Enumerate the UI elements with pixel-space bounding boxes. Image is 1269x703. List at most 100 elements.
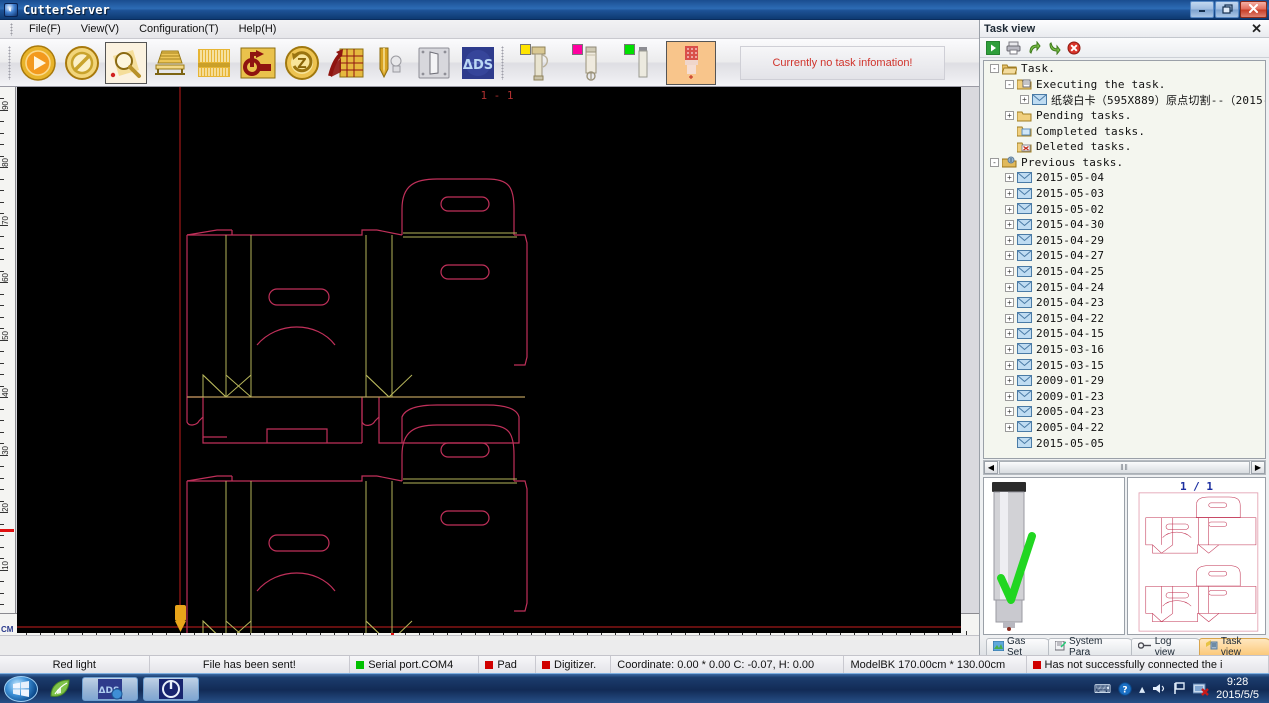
- expand-toggle-icon[interactable]: +: [1005, 282, 1014, 292]
- scroll-right-button[interactable]: ▶: [1251, 461, 1265, 474]
- canvas-horizontal-scrollbar[interactable]: [0, 635, 979, 655]
- tool-preview-panel[interactable]: [983, 477, 1125, 635]
- expand-toggle-icon[interactable]: +: [1005, 235, 1014, 245]
- tree-node[interactable]: +2015-05-03: [984, 186, 1265, 202]
- tree-node[interactable]: - Executing the task.: [984, 77, 1265, 93]
- tree-node[interactable]: 2015-05-05: [984, 435, 1265, 451]
- tree-node[interactable]: +2015-05-02: [984, 201, 1265, 217]
- tray-clock[interactable]: 9:28 2015/5/5: [1216, 676, 1259, 702]
- tree-node[interactable]: + Pending tasks.: [984, 108, 1265, 124]
- tree-node[interactable]: Deleted tasks.: [984, 139, 1265, 155]
- ads-button[interactable]: ΔDS: [457, 42, 499, 84]
- tool3-button[interactable]: [622, 42, 664, 84]
- toolbar-grip-2[interactable]: [501, 45, 504, 80]
- knife-button[interactable]: [369, 42, 411, 84]
- tree-node[interactable]: +2015-04-15: [984, 326, 1265, 342]
- arrow-up-green-icon[interactable]: [1027, 40, 1041, 55]
- menu-grip[interactable]: [10, 22, 13, 36]
- expand-toggle-icon[interactable]: +: [1020, 95, 1029, 105]
- expand-toggle-icon[interactable]: +: [1005, 407, 1014, 417]
- menu-configuration[interactable]: Configuration(T): [129, 21, 228, 37]
- expand-toggle-icon[interactable]: +: [1005, 313, 1014, 323]
- tree-node[interactable]: +2015-05-04: [984, 170, 1265, 186]
- collapse-toggle-icon[interactable]: -: [990, 157, 999, 167]
- arrow-down-green-icon[interactable]: [1047, 41, 1061, 55]
- expand-toggle-icon[interactable]: +: [1005, 329, 1014, 339]
- grid-button[interactable]: [325, 42, 367, 84]
- taskbar-item-ads[interactable]: ΔDS: [82, 676, 138, 701]
- stop-button[interactable]: [61, 42, 103, 84]
- scroll-thumb[interactable]: ‖‖: [999, 461, 1250, 474]
- tree-node[interactable]: +2015-04-22: [984, 311, 1265, 327]
- scroll-left-button[interactable]: ◀: [984, 461, 998, 474]
- expand-toggle-icon[interactable]: +: [1005, 220, 1014, 230]
- job-preview-panel[interactable]: 1 / 1: [1127, 477, 1266, 635]
- material-button[interactable]: [666, 40, 716, 85]
- menu-view[interactable]: View(V): [71, 21, 129, 37]
- tree-node[interactable]: +2015-03-16: [984, 342, 1265, 358]
- tray-help-icon[interactable]: ?: [1118, 681, 1132, 696]
- tab-system-para[interactable]: System Para: [1048, 636, 1134, 658]
- expand-toggle-icon[interactable]: +: [1005, 111, 1014, 121]
- taskbar-item-quickstart[interactable]: [43, 677, 77, 701]
- drawing-canvas[interactable]: 1 - 1: [17, 87, 961, 633]
- expand-toggle-icon[interactable]: +: [1005, 376, 1014, 386]
- zoom-select-button[interactable]: [105, 41, 147, 84]
- tab-log-view[interactable]: Log view: [1130, 636, 1202, 658]
- menu-file[interactable]: File(F): [19, 21, 71, 37]
- z-axis-button[interactable]: Z: [281, 42, 323, 84]
- restore-button[interactable]: [1215, 0, 1239, 18]
- tree-node[interactable]: +2005-04-23: [984, 404, 1265, 420]
- tree-node[interactable]: +2015-04-30: [984, 217, 1265, 233]
- tab-task-view[interactable]: Task view: [1198, 636, 1269, 658]
- tray-volume-icon[interactable]: [1152, 682, 1166, 695]
- start-button[interactable]: [17, 42, 59, 84]
- collapse-toggle-icon[interactable]: -: [1005, 79, 1014, 89]
- expand-toggle-icon[interactable]: +: [1005, 173, 1014, 183]
- tree-node[interactable]: Completed tasks.: [984, 123, 1265, 139]
- expand-toggle-icon[interactable]: +: [1005, 422, 1014, 432]
- brush-button[interactable]: [193, 42, 235, 84]
- tray-keyboard-icon[interactable]: ⌨: [1094, 683, 1111, 695]
- expand-toggle-icon[interactable]: +: [1005, 189, 1014, 199]
- tree-node[interactable]: +2015-04-29: [984, 233, 1265, 249]
- switch-button[interactable]: [413, 42, 455, 84]
- tree-node[interactable]: +2015-04-25: [984, 264, 1265, 280]
- expand-toggle-icon[interactable]: +: [1005, 204, 1014, 214]
- tray-flag-icon[interactable]: [1173, 682, 1186, 695]
- start-button[interactable]: [4, 675, 38, 702]
- expand-toggle-icon[interactable]: +: [1005, 344, 1014, 354]
- tree-node[interactable]: - Previous tasks.: [984, 155, 1265, 171]
- printer-icon[interactable]: [1006, 41, 1021, 55]
- tray-network-icon[interactable]: [1193, 682, 1210, 696]
- play-green-icon[interactable]: [986, 40, 1000, 55]
- tree-node[interactable]: +2015-03-15: [984, 357, 1265, 373]
- taskbar-item-cutterserver[interactable]: [143, 676, 199, 701]
- feed-button[interactable]: [149, 42, 191, 84]
- expand-toggle-icon[interactable]: +: [1005, 267, 1014, 277]
- toolbar-grip[interactable]: [8, 45, 11, 80]
- delete-red-icon[interactable]: [1067, 41, 1081, 55]
- minimize-button[interactable]: [1190, 0, 1214, 18]
- expand-toggle-icon[interactable]: +: [1005, 298, 1014, 308]
- dock-close-icon[interactable]: ✕: [1248, 22, 1265, 35]
- tree-node[interactable]: +2009-01-29: [984, 373, 1265, 389]
- tree-node[interactable]: +2015-04-27: [984, 248, 1265, 264]
- tool2-button[interactable]: [570, 42, 612, 84]
- tree-node[interactable]: +2015-04-23: [984, 295, 1265, 311]
- close-button[interactable]: [1240, 0, 1267, 18]
- tree-node[interactable]: + 纸袋白卡（595X889）原点切割--（2015-: [984, 92, 1265, 108]
- expand-toggle-icon[interactable]: +: [1005, 360, 1014, 370]
- tree-horizontal-scrollbar[interactable]: ◀ ‖‖ ▶: [983, 460, 1266, 475]
- task-tree[interactable]: - Task. - Executing the task. + 纸袋白卡（595X889）…: [983, 60, 1266, 459]
- tray-show-hidden-icon[interactable]: ▴: [1139, 683, 1145, 695]
- expand-toggle-icon[interactable]: +: [1005, 251, 1014, 261]
- menu-help[interactable]: Help(H): [229, 21, 287, 37]
- origin-button[interactable]: [237, 42, 279, 84]
- tool1-button[interactable]: [518, 42, 560, 84]
- tree-node[interactable]: +2015-04-24: [984, 279, 1265, 295]
- tree-node[interactable]: +2005-04-22: [984, 420, 1265, 436]
- tab-gas-set[interactable]: Gas Set: [986, 636, 1052, 658]
- tree-node[interactable]: - Task.: [984, 61, 1265, 77]
- expand-toggle-icon[interactable]: +: [1005, 391, 1014, 401]
